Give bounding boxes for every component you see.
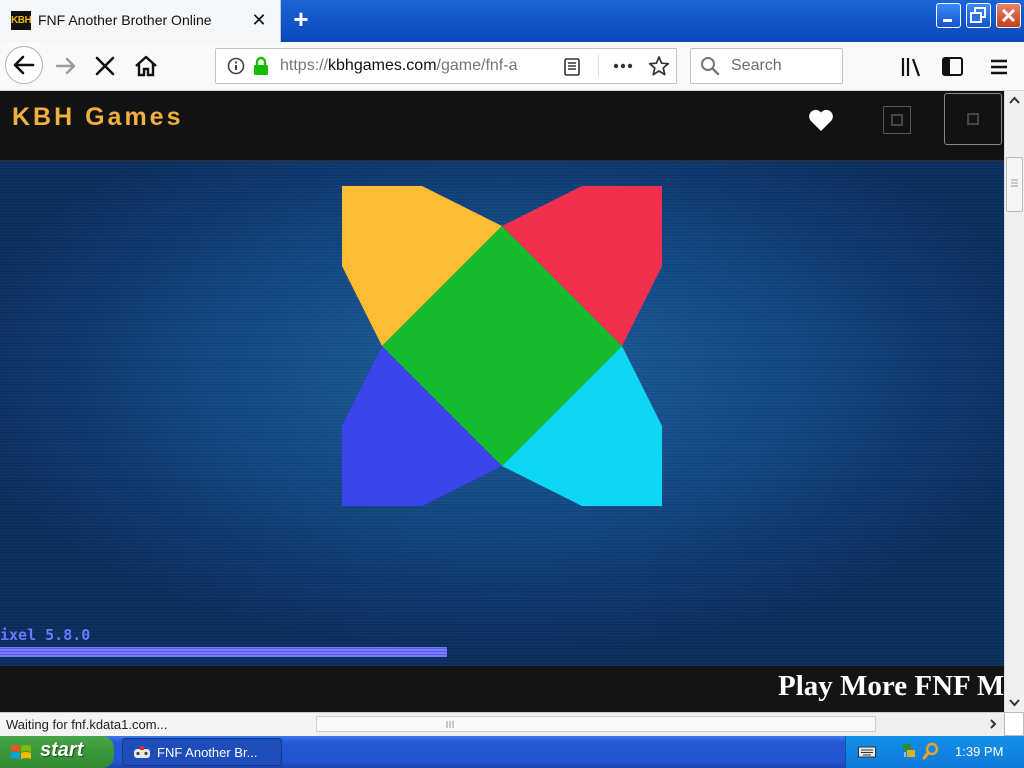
fullscreen-icon (891, 114, 903, 126)
new-tab-button[interactable]: + (288, 6, 314, 32)
scrollbar-corner (1004, 712, 1024, 736)
play-more-banner[interactable]: Play More FNF M (0, 666, 1004, 712)
web-page: KBH Games ixel 5.8.0 Play More FNF M (0, 91, 1004, 712)
window-minimize-button[interactable] (936, 3, 961, 28)
windows-logo-icon (11, 745, 31, 759)
windows-taskbar: start FNF Another Br... 1:39 PM (0, 736, 1024, 768)
tab-bar: KBH FNF Another Brother Online ✕ + (0, 0, 1024, 42)
forward-button[interactable] (53, 53, 79, 79)
heart-icon[interactable] (807, 107, 835, 133)
keyboard-icon[interactable] (858, 745, 876, 759)
game-canvas[interactable]: ixel 5.8.0 (0, 161, 1004, 666)
loading-progress-bar (0, 647, 1004, 657)
tab-active[interactable]: KBH FNF Another Brother Online ✕ (0, 0, 281, 42)
site-info-icon[interactable] (227, 57, 245, 75)
stop-icon (95, 56, 115, 76)
scroll-down-arrow-icon[interactable] (1005, 692, 1024, 712)
network-icon[interactable] (901, 742, 917, 760)
vertical-scrollbar[interactable] (1004, 91, 1024, 712)
window-restore-button[interactable] (966, 3, 991, 28)
haxe-logo (342, 186, 662, 506)
search-placeholder: Search (731, 57, 782, 74)
home-button[interactable] (133, 53, 159, 79)
arrow-right-icon (55, 57, 76, 75)
horizontal-scrollbar[interactable] (316, 712, 1004, 736)
system-tray: 1:39 PM (845, 736, 1024, 768)
library-icon[interactable] (900, 56, 924, 78)
play-more-heading: Play More FNF M (778, 670, 1004, 702)
status-bar: Waiting for fnf.kdata1.com... (0, 712, 316, 736)
kbh-favicon-icon: KBH (11, 11, 32, 30)
search-icon (700, 56, 720, 76)
minimize-icon (943, 19, 952, 22)
scroll-up-arrow-icon[interactable] (1005, 91, 1024, 111)
stop-loading-button[interactable] (92, 53, 118, 79)
expand-button[interactable] (944, 93, 1002, 145)
reader-view-icon[interactable] (562, 57, 582, 77)
site-header: KBH Games (0, 91, 1004, 161)
tab-close-icon[interactable]: ✕ (249, 10, 269, 30)
back-button[interactable] (5, 46, 43, 84)
home-icon (135, 55, 157, 77)
site-logo[interactable]: KBH Games (12, 105, 184, 130)
tab-title: FNF Another Brother Online (38, 12, 212, 28)
taskbar-clock: 1:39 PM (955, 744, 1004, 759)
arrow-left-icon (13, 55, 35, 75)
sidebar-icon[interactable] (941, 56, 965, 78)
taskbar-item-firefox[interactable]: FNF Another Br... (122, 738, 282, 766)
start-label: start (40, 739, 84, 761)
search-tray-icon[interactable] (922, 742, 940, 760)
loading-progress-fill (0, 647, 447, 657)
page-actions-icon[interactable] (611, 55, 635, 77)
restore-icon (970, 7, 986, 23)
game-app-icon (134, 746, 150, 758)
expand-icon (967, 113, 979, 125)
window-close-button[interactable] (996, 3, 1021, 28)
status-text: Waiting for fnf.kdata1.com... (6, 717, 168, 732)
bookmark-star-icon[interactable] (648, 55, 670, 77)
scroll-thumb[interactable] (1006, 157, 1023, 212)
taskbar-item-label: FNF Another Br... (157, 745, 258, 760)
scroll-right-arrow-icon[interactable] (984, 716, 1002, 732)
loader-version-label: ixel 5.8.0 (0, 626, 91, 644)
search-input[interactable]: Search (690, 48, 843, 84)
fullscreen-button[interactable] (883, 106, 911, 134)
navigation-toolbar: https://kbhgames.com/game/fnf-a Search (0, 42, 1024, 91)
hamburger-menu-icon[interactable] (988, 56, 1010, 78)
url-text[interactable]: https://kbhgames.com/game/fnf-a (280, 57, 520, 75)
close-icon (1001, 8, 1016, 23)
address-bar[interactable]: https://kbhgames.com/game/fnf-a (215, 48, 677, 84)
start-button[interactable]: start (0, 736, 114, 768)
lock-icon[interactable] (252, 56, 270, 76)
toolbar-divider (598, 55, 599, 77)
horizontal-scroll-thumb[interactable] (316, 716, 876, 732)
